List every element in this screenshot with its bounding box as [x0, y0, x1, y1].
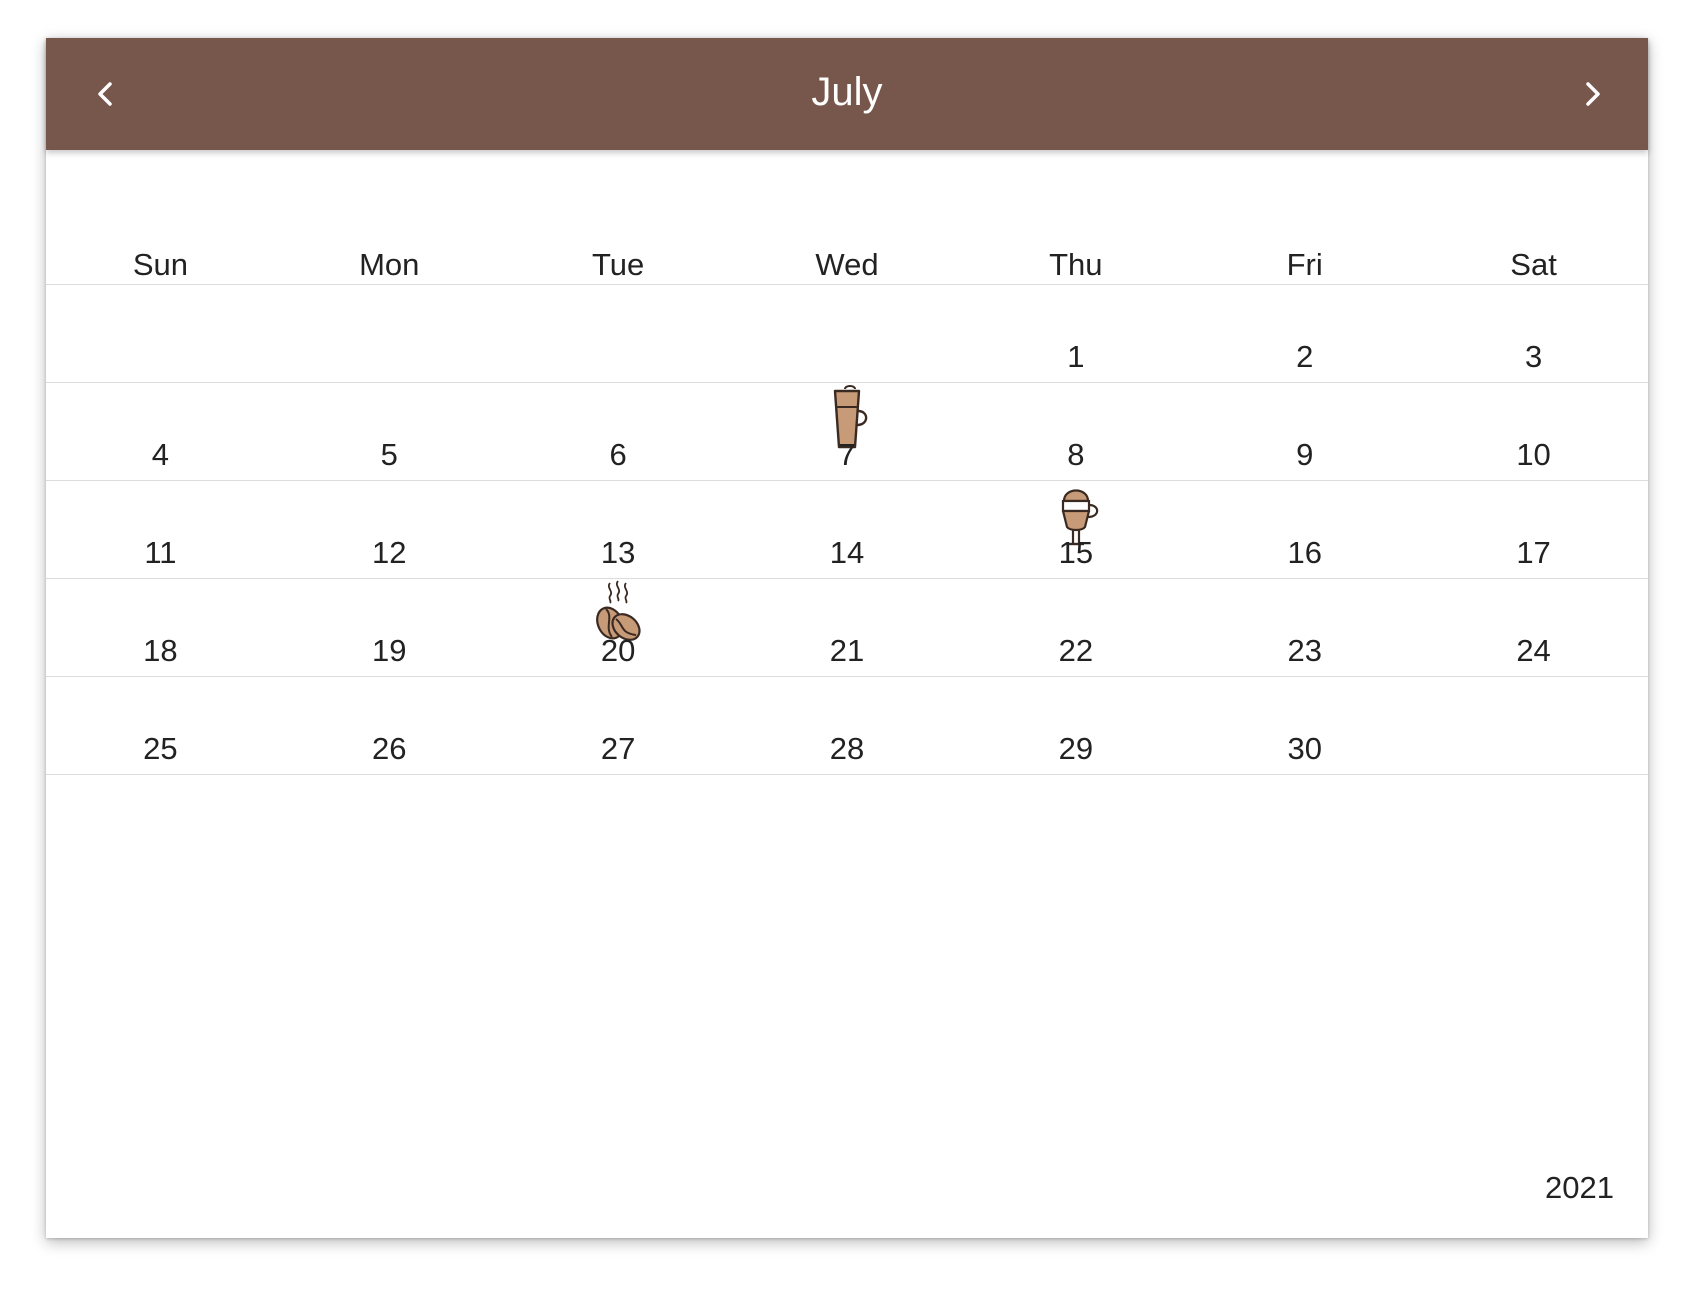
- next-month-button[interactable]: [1572, 74, 1612, 114]
- weekday-wed: Wed: [815, 247, 879, 282]
- day-number: 30: [1287, 731, 1322, 766]
- empty-day-cell: [504, 285, 733, 383]
- week-row: 18 19 20 21 22 23 24: [46, 579, 1648, 677]
- day-number: 20: [600, 633, 636, 668]
- day-number: 14: [829, 535, 865, 570]
- weekday-thu: Thu: [1049, 247, 1103, 282]
- day-number: 2: [1296, 339, 1314, 374]
- day-cell-11[interactable]: 11: [46, 481, 275, 579]
- day-number: 4: [151, 437, 170, 472]
- day-cell-22[interactable]: 22: [961, 579, 1190, 677]
- week-row: 25 26 27 28 29 30: [46, 677, 1648, 775]
- day-cell-23[interactable]: 23: [1190, 579, 1419, 677]
- month-title: July: [811, 70, 883, 114]
- weekday-tue: Tue: [591, 247, 645, 282]
- chevron-right-icon: [1586, 82, 1600, 106]
- empty-day-cell: [275, 285, 504, 383]
- day-number: 1: [1067, 339, 1085, 374]
- day-number: 15: [1058, 535, 1094, 570]
- day-cell-19[interactable]: 19: [275, 579, 504, 677]
- day-cell-25[interactable]: 25: [46, 677, 275, 775]
- day-cell-24[interactable]: 24: [1419, 579, 1648, 677]
- weekday-sun: Sun: [132, 247, 188, 282]
- day-number: 23: [1287, 633, 1322, 668]
- day-cell-17[interactable]: 17: [1419, 481, 1648, 579]
- weekday-sat: Sat: [1510, 247, 1557, 282]
- weekday-fri: Fri: [1286, 247, 1323, 282]
- day-number: 19: [372, 633, 407, 668]
- day-cell-28[interactable]: 28: [733, 677, 962, 775]
- day-number: 10: [1516, 437, 1551, 472]
- empty-day-cell: [46, 285, 275, 383]
- day-cell-9[interactable]: 9: [1190, 383, 1419, 481]
- day-number: 24: [1516, 633, 1551, 668]
- day-number: 12: [372, 535, 407, 570]
- day-number: 29: [1058, 731, 1094, 766]
- day-cell-15[interactable]: 15: [961, 481, 1190, 579]
- day-number: 7: [838, 437, 856, 472]
- weekday-mon: Mon: [359, 247, 420, 282]
- empty-day-cell: [1419, 677, 1648, 775]
- day-cell-8[interactable]: 8: [961, 383, 1190, 481]
- day-number: 5: [380, 437, 398, 472]
- day-cell-29[interactable]: 29: [961, 677, 1190, 775]
- day-cell-21[interactable]: 21: [733, 579, 962, 677]
- day-number: 25: [143, 731, 178, 766]
- day-number: 27: [600, 731, 636, 766]
- day-cell-6[interactable]: 6: [504, 383, 733, 481]
- day-cell-12[interactable]: 12: [275, 481, 504, 579]
- day-cell-18[interactable]: 18: [46, 579, 275, 677]
- day-number: 3: [1524, 339, 1543, 374]
- day-cell-2[interactable]: 2: [1190, 285, 1419, 383]
- day-number: 13: [600, 535, 636, 570]
- year-label: 2021: [1545, 1170, 1614, 1205]
- day-number: 9: [1296, 437, 1314, 472]
- day-number: 8: [1067, 437, 1085, 472]
- day-cell-3[interactable]: 3: [1419, 285, 1648, 383]
- weekday-header-row: Sun Mon Tue Wed Thu Fri Sat: [46, 150, 1648, 285]
- day-number: 28: [829, 731, 865, 766]
- day-number: 11: [144, 535, 177, 570]
- week-row: 11 12 13 14 15 16 17: [46, 481, 1648, 579]
- day-cell-5[interactable]: 5: [275, 383, 504, 481]
- day-cell-1[interactable]: 1: [961, 285, 1190, 383]
- calendar-card: July Sun Mon Tue Wed Thu Fri Sat 1234567…: [46, 38, 1648, 1238]
- day-cell-26[interactable]: 26: [275, 677, 504, 775]
- day-cell-27[interactable]: 27: [504, 677, 733, 775]
- empty-day-cell: [733, 285, 962, 383]
- day-number: 17: [1516, 535, 1551, 570]
- day-cell-20[interactable]: 20: [504, 579, 733, 677]
- day-cell-16[interactable]: 16: [1190, 481, 1419, 579]
- day-cell-4[interactable]: 4: [46, 383, 275, 481]
- day-number: 26: [372, 731, 407, 766]
- day-cell-13[interactable]: 13: [504, 481, 733, 579]
- week-row: 1 2 3: [46, 285, 1648, 383]
- day-cell-7[interactable]: 7: [733, 383, 962, 481]
- day-cell-14[interactable]: 14: [733, 481, 962, 579]
- day-number: 6: [609, 437, 627, 472]
- day-number: 16: [1287, 535, 1322, 570]
- day-number: 18: [143, 633, 178, 668]
- week-row: 4 5 6 7 8 9 10: [46, 383, 1648, 481]
- day-number: 21: [829, 633, 865, 668]
- day-number: 22: [1058, 633, 1094, 668]
- calendar-header: July: [46, 38, 1648, 150]
- day-cell-30[interactable]: 30: [1190, 677, 1419, 775]
- day-cell-10[interactable]: 10: [1419, 383, 1648, 481]
